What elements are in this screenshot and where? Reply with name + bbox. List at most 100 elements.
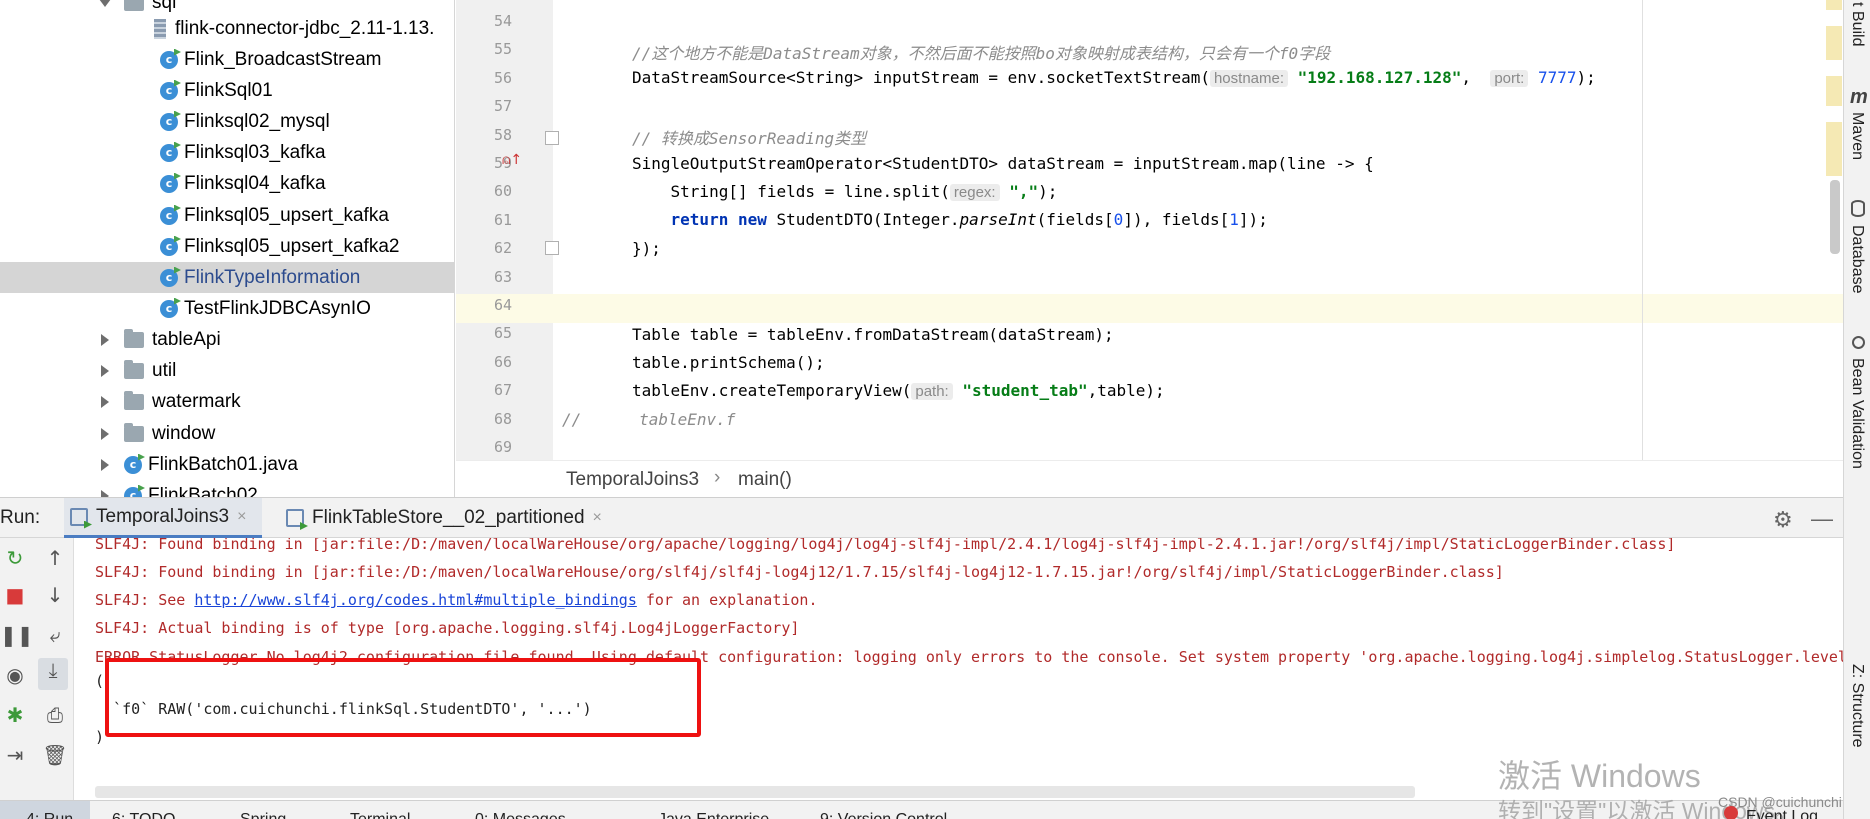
arrow-up-icon[interactable]: ↑ <box>40 546 70 570</box>
console-horizontal-scrollbar[interactable] <box>95 786 1415 798</box>
tab-structure[interactable]: Z: Structure <box>1848 664 1866 748</box>
tab-maven[interactable]: Maven <box>1848 112 1866 160</box>
exit-icon[interactable]: ⇥ <box>0 743 30 767</box>
chevron-right-icon[interactable] <box>98 395 112 409</box>
trash-icon[interactable]: 🗑 <box>40 743 70 767</box>
tab-database[interactable]: Database <box>1848 225 1866 294</box>
run-tab-label: TemporalJoins3 <box>96 505 230 527</box>
tab-spring[interactable]: Spring <box>240 811 286 819</box>
chevron-right-icon[interactable] <box>98 489 112 497</box>
tree-item-label: tableApi <box>152 328 221 350</box>
tab-run[interactable]: 4: Run <box>0 801 90 819</box>
tree-item[interactable]: c Flinksql03_kafka <box>0 137 454 168</box>
tree-item-label: Flinksql02_mysql <box>184 110 330 132</box>
line-number: 60 <box>493 182 512 201</box>
tab-messages[interactable]: 0: Messages <box>475 811 566 819</box>
param-hint: port: <box>1490 70 1529 87</box>
override-marker-icon[interactable]: ⍝↑ <box>502 152 526 170</box>
line-number: 63 <box>493 267 512 286</box>
line-number: 67 <box>493 381 512 400</box>
string-literal: "192.168.127.128" <box>1297 68 1462 87</box>
highlight-box <box>105 658 701 737</box>
code-line-61: return new StudentDTO(Integer.parseInt(f… <box>632 210 1268 229</box>
arrow-down-icon[interactable]: ↓ <box>40 583 70 607</box>
scroll-to-end-icon[interactable]: ⤓ <box>38 658 68 690</box>
tree-item[interactable]: c Flinksql02_mysql <box>0 106 454 137</box>
tree-item[interactable]: util <box>0 355 454 386</box>
tree-item[interactable]: c Flinksql04_kafka <box>0 168 454 199</box>
tree-item[interactable]: c Flinksql05_upsert_kafka2 <box>0 231 454 262</box>
bean-validation-icon <box>1852 336 1865 349</box>
rerun-icon[interactable]: ↻ <box>0 546 30 570</box>
tree-item[interactable]: c FlinkTypeInformation <box>0 262 454 293</box>
code-text: (fields[ <box>1036 210 1114 229</box>
fold-marker[interactable] <box>545 131 559 145</box>
tree-item-label: sql <box>152 0 177 13</box>
tree-item-label: Flinksql03_kafka <box>184 141 326 163</box>
print-icon[interactable]: ⎙ <box>40 703 70 727</box>
number-literal: 0 <box>1113 210 1124 229</box>
debug-settings-icon[interactable]: ✱ <box>0 703 30 727</box>
database-icon <box>1851 200 1865 217</box>
tree-item[interactable]: c Flink_BroadcastStream <box>0 44 454 75</box>
scroll-mark <box>1826 76 1842 106</box>
tree-item[interactable]: c FlinkBatch01.java <box>0 449 454 480</box>
tree-item[interactable]: window <box>0 418 454 449</box>
run-actions-right: ↑ ↓ ⤶ ⤓ ⎙ 🗑 <box>36 538 74 800</box>
tree-item[interactable]: c TestFlinkJDBCAsynIO <box>0 293 454 324</box>
tab-todo[interactable]: 6: TODO <box>112 811 175 819</box>
breadcrumb-class[interactable]: TemporalJoins3 <box>566 469 699 491</box>
run-tab-flinktablestore[interactable]: FlinkTableStore__02_partitioned × <box>286 498 602 538</box>
method-call: parseInt <box>959 210 1037 229</box>
right-margin-guide <box>1642 0 1643 460</box>
console-line: SLF4J: See http://www.slf4j.org/codes.ht… <box>95 591 817 609</box>
line-number: 61 <box>493 210 512 229</box>
soft-wrap-icon[interactable]: ⤶ <box>40 623 70 647</box>
code-line-56: DataStreamSource<String> inputStream = e… <box>632 68 1596 87</box>
tree-item-label: FlinkBatch02 <box>148 484 258 498</box>
tree-item-label: window <box>152 422 216 444</box>
line-number: 69 <box>493 438 512 456</box>
chevron-right-icon[interactable] <box>98 364 112 378</box>
stop-icon[interactable]: ■ <box>0 583 30 607</box>
tree-item[interactable]: flink-connector-jdbc_2.11-1.13. <box>0 13 454 44</box>
run-toolbar: Run: TemporalJoins3 × FlinkTableStore__0… <box>0 497 1843 538</box>
tab-build[interactable]: t Build <box>1848 2 1866 46</box>
chevron-right-icon[interactable] <box>98 458 112 472</box>
tab-bean-validation[interactable]: Bean Validation <box>1848 358 1866 469</box>
close-icon[interactable]: × <box>237 508 246 526</box>
tab-version-control[interactable]: 9: Version Control <box>820 811 947 819</box>
fold-marker[interactable] <box>545 241 559 255</box>
breadcrumb-method[interactable]: main() <box>738 469 792 491</box>
code-line-60: String[] fields = line.split(regex: ",")… <box>632 182 1057 201</box>
close-icon[interactable]: × <box>593 509 602 527</box>
line-number: 57 <box>493 97 512 116</box>
pause-icon[interactable]: ❚❚ <box>0 623 34 647</box>
tree-item[interactable]: c FlinkSql01 <box>0 75 454 106</box>
camera-icon[interactable]: ◉ <box>0 663 30 687</box>
editor-scrollbar[interactable] <box>1830 180 1840 254</box>
maven-icon: m <box>1850 86 1868 108</box>
console-link[interactable]: http://www.slf4j.org/codes.html#multiple… <box>194 591 637 609</box>
chevron-right-icon[interactable] <box>98 333 112 347</box>
java-class-icon: c <box>160 268 178 287</box>
tree-item[interactable]: c Flinksql05_upsert_kafka <box>0 200 454 231</box>
gear-icon[interactable]: ⚙ <box>1773 507 1793 533</box>
tree-item[interactable]: watermark <box>0 386 454 417</box>
java-class-icon: c <box>160 174 178 193</box>
tab-terminal[interactable]: Terminal <box>350 811 410 819</box>
code-text: StudentDTO(Integer. <box>776 210 960 229</box>
tree-item[interactable]: tableApi <box>0 324 454 355</box>
chevron-right-icon[interactable] <box>98 427 112 441</box>
console-line: SLF4J: Found binding in [jar:file:/D:/ma… <box>95 563 1504 581</box>
event-log-button[interactable]: Event Log <box>1746 808 1818 819</box>
minimize-icon[interactable]: — <box>1811 506 1833 532</box>
code-text: , <box>1461 68 1472 87</box>
tree-item-label: Flinksql05_upsert_kafka <box>184 204 389 226</box>
chevron-down-icon[interactable] <box>98 0 112 10</box>
code-text: tableEnv.createTemporaryView( <box>632 381 912 400</box>
tree-item[interactable]: c FlinkBatch02 <box>0 480 454 498</box>
tab-java-enterprise[interactable]: Java Enterprise <box>658 811 769 819</box>
run-tab-temporaljoins3[interactable]: TemporalJoins3 × <box>64 498 263 538</box>
java-class-icon: c <box>160 143 178 162</box>
